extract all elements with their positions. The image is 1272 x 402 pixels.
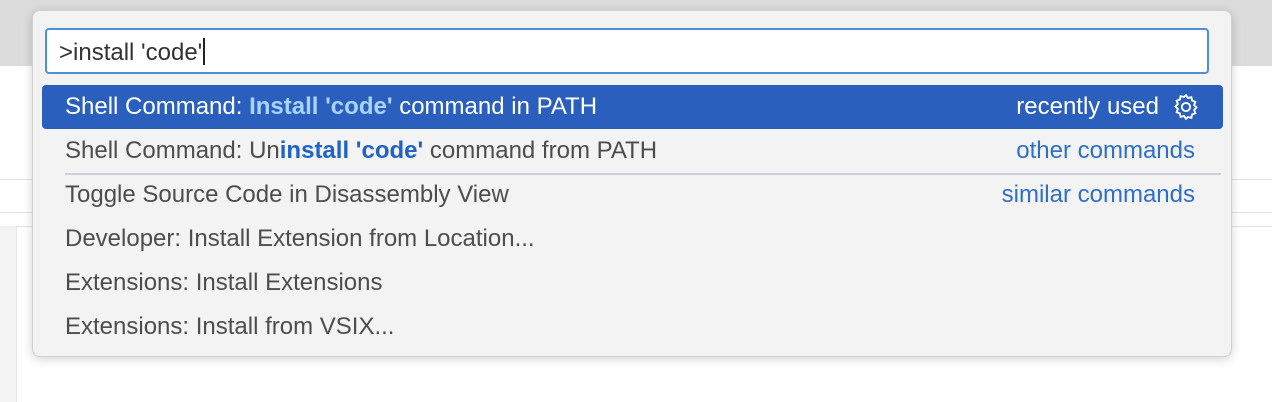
command-label-prefix: Shell Command: Un (65, 137, 280, 164)
command-label: Extensions: Install Extensions (65, 269, 383, 296)
command-item-uninstall-code[interactable]: Shell Command: Uninstall 'code' command … (42, 129, 1223, 173)
command-item-install-extensions[interactable]: Extensions: Install Extensions (42, 261, 1223, 305)
command-palette-input-text: >install 'code' (59, 39, 203, 66)
gear-icon[interactable] (1171, 92, 1201, 122)
command-palette-input[interactable]: >install 'code' (45, 28, 1209, 74)
command-label: Extensions: Install from VSIX... (65, 313, 395, 340)
command-label: Developer: Install Extension from Locati… (65, 225, 535, 252)
command-label-match: install 'code' (279, 137, 424, 164)
command-item-install-vsix[interactable]: Extensions: Install from VSIX... (42, 305, 1223, 349)
command-label-prefix: Shell Command: (65, 93, 250, 120)
group-label-recently-used: recently used (1016, 93, 1159, 120)
command-item-install-extension-location[interactable]: Developer: Install Extension from Locati… (42, 217, 1223, 261)
text-caret (203, 38, 206, 65)
command-label: Shell Command: Uninstall 'code' command … (65, 137, 657, 165)
editor-gutter (0, 226, 17, 402)
command-item-right: recently used (1016, 92, 1201, 122)
group-label-similar-commands: similar commands (1001, 181, 1195, 208)
command-label: Toggle Source Code in Disassembly View (65, 181, 509, 208)
command-item-toggle-source-code[interactable]: Toggle Source Code in Disassembly View s… (42, 173, 1223, 217)
command-label-suffix: command from PATH (423, 137, 658, 164)
command-label-suffix: command in PATH (392, 93, 598, 120)
command-palette: >install 'code' Shell Command: Install '… (32, 10, 1232, 357)
command-item-install-code[interactable]: Shell Command: Install 'code' command in… (42, 85, 1223, 129)
command-list: Shell Command: Install 'code' command in… (42, 85, 1223, 349)
command-label: Shell Command: Install 'code' command in… (65, 93, 597, 121)
command-label-match: Install 'code' (249, 93, 393, 120)
group-label-other-commands: other commands (1016, 137, 1195, 164)
